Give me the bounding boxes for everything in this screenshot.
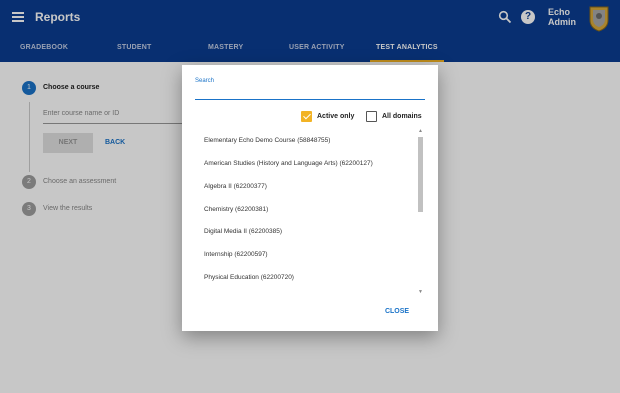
list-item[interactable]: Physical Education (62200720) — [204, 274, 294, 281]
search-input[interactable] — [195, 87, 425, 100]
list-item[interactable]: Elementary Echo Demo Course (58848755) — [204, 137, 330, 144]
course-picker-dialog: Search Active only All domains Elementar… — [182, 65, 438, 331]
scroll-thumb[interactable] — [418, 137, 423, 212]
list-item[interactable]: Internship (62200597) — [204, 251, 268, 258]
scroll-down-icon[interactable]: ▼ — [418, 289, 423, 295]
list-item[interactable]: Algebra II (62200377) — [204, 183, 267, 190]
all-domains-label[interactable]: All domains — [382, 113, 422, 120]
search-label: Search — [195, 78, 215, 84]
close-button[interactable]: CLOSE — [377, 304, 417, 320]
active-only-label[interactable]: Active only — [317, 113, 354, 120]
active-only-checkbox[interactable] — [301, 111, 312, 122]
scroll-up-icon[interactable]: ▲ — [418, 128, 423, 134]
list-item[interactable]: American Studies (History and Language A… — [204, 160, 373, 167]
list-item[interactable]: Digital Media II (62200385) — [204, 228, 282, 235]
course-list: Elementary Echo Demo Course (58848755) A… — [195, 128, 425, 297]
all-domains-checkbox[interactable] — [366, 111, 377, 122]
list-item[interactable]: Chemistry (62200381) — [204, 206, 268, 213]
course-list-scrollbar[interactable]: ▲ ▼ — [417, 128, 424, 297]
